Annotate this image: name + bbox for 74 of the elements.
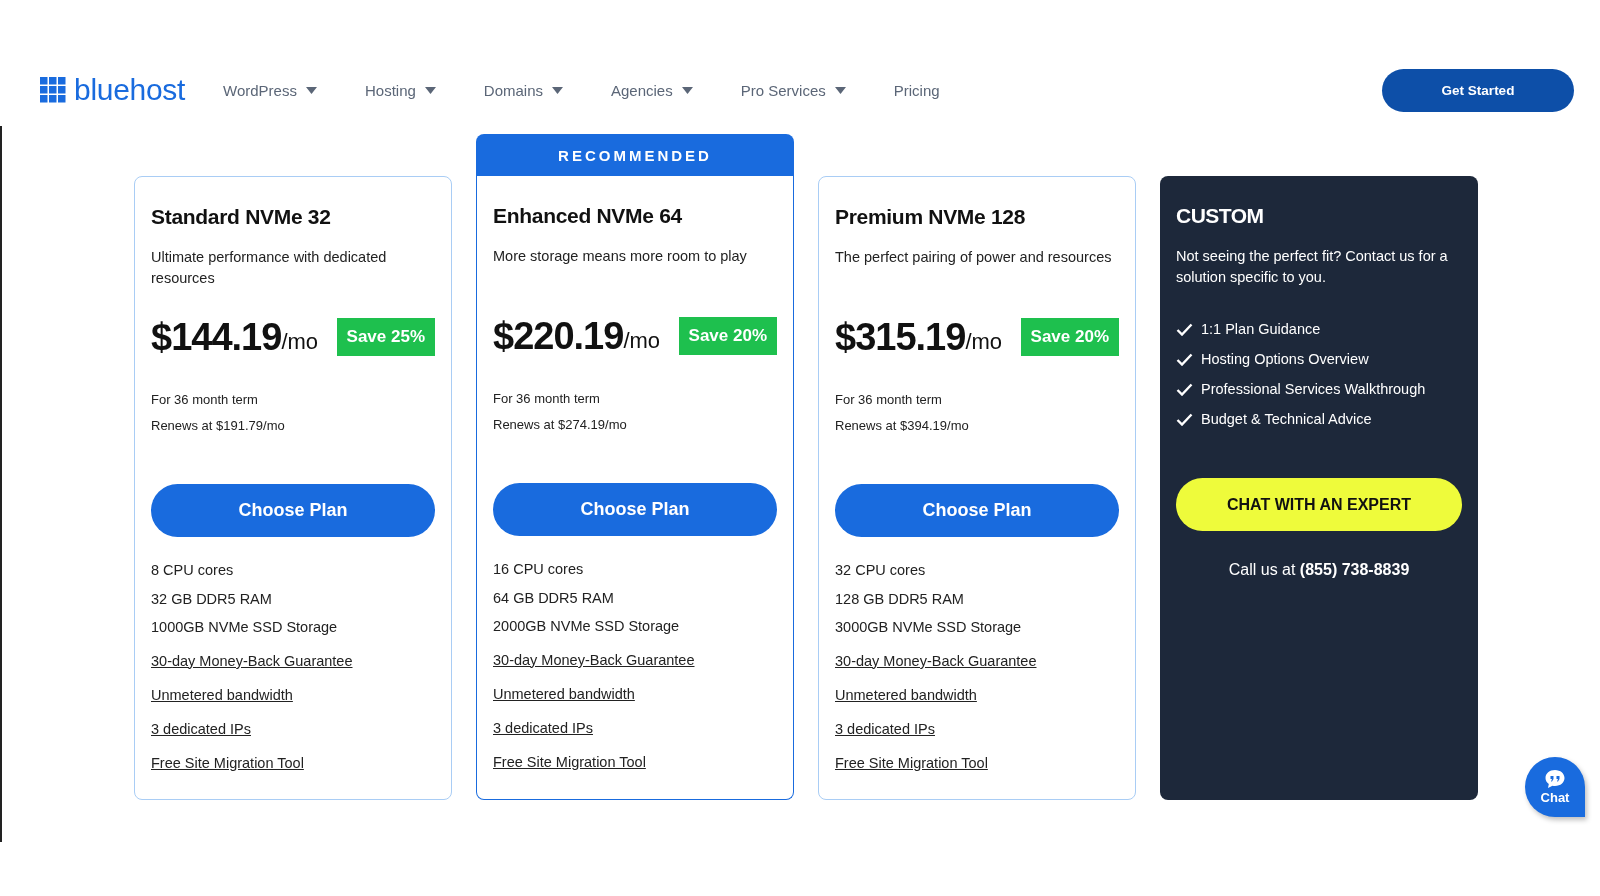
check-icon	[1176, 382, 1193, 396]
feature-text: Hosting Options Overview	[1201, 351, 1369, 367]
price-unit: /mo	[965, 329, 1003, 355]
logo-text[interactable]: bluehost	[74, 73, 186, 107]
plan-title: Premium NVMe 128	[835, 205, 1027, 230]
nav-link[interactable]: WordPress	[223, 81, 317, 99]
nav-link[interactable]: Hosting	[364, 81, 436, 99]
spec-text: 32 GB DDR5 RAM	[151, 589, 273, 609]
renewal-text: Renews at $191.79/mo	[151, 417, 286, 435]
feature-link[interactable]: Free Site Migration Tool	[493, 744, 646, 779]
term-text: For 36 month term	[493, 390, 601, 408]
discount-badge: Save 20%	[678, 317, 777, 355]
renewal-text: Renews at $274.19/mo	[493, 416, 628, 434]
feature-link[interactable]: Free Site Migration Tool	[835, 745, 988, 780]
check-icon	[1176, 322, 1193, 336]
feature-link[interactable]: Unmetered bandwidth	[835, 677, 977, 712]
chat-button[interactable]: Chat	[1525, 757, 1585, 817]
term-text: For 36 month term	[151, 391, 259, 409]
price: $315.19	[835, 315, 966, 359]
feature-link[interactable]: 3 dedicated IPs	[151, 711, 251, 746]
chat-with-expert-button[interactable]: CHAT WITH AN EXPERT	[1176, 478, 1462, 531]
spec-text: 2000GB NVMe SSD Storage	[493, 617, 681, 636]
nav-link[interactable]: Domains	[483, 81, 563, 99]
recommended-banner: RECOMMENDED	[476, 134, 794, 176]
choose-plan-button[interactable]: Choose Plan	[835, 484, 1119, 537]
discount-badge: Save 25%	[336, 318, 435, 356]
feature-link[interactable]: 30-day Money-Back Guarantee	[493, 642, 695, 677]
plan-description: Ultimate performance with dedicated resources	[151, 248, 388, 288]
check-icon	[1176, 412, 1193, 426]
nav-link[interactable]: Pricing	[893, 81, 940, 99]
feature-link[interactable]: 30-day Money-Back Guarantee	[151, 643, 353, 678]
nav-link[interactable]: Agencies	[611, 81, 693, 99]
price: $144.19	[151, 315, 282, 359]
caret-icon	[552, 86, 563, 94]
feature-link[interactable]: Unmetered bandwidth	[151, 677, 293, 712]
price-unit: /mo	[623, 328, 661, 354]
speech-bubble-icon	[1544, 769, 1566, 789]
caret-icon	[834, 86, 846, 94]
term-text: For 36 month term	[835, 391, 943, 409]
feature-link[interactable]: 30-day Money-Back Guarantee	[835, 643, 1037, 678]
feature-text: Budget & Technical Advice	[1201, 411, 1372, 427]
choose-plan-button[interactable]: Choose Plan	[151, 484, 435, 537]
caret-icon	[305, 86, 317, 94]
spec-text: 128 GB DDR5 RAM	[835, 589, 965, 609]
feature-text: 1:1 Plan Guidance	[1201, 321, 1321, 337]
caret-icon	[424, 86, 436, 94]
caret-icon	[681, 86, 693, 94]
check-icon	[1176, 352, 1193, 366]
plan-title: Enhanced NVMe 64	[493, 204, 683, 229]
spec-text: 8 CPU cores	[151, 561, 235, 580]
plan-title: Standard NVMe 32	[151, 205, 332, 230]
feature-link[interactable]: Free Site Migration Tool	[151, 745, 304, 780]
get-started-button[interactable]: Get Started	[1382, 68, 1574, 112]
plan-description: Not seeing the perfect fit? Contact us for a solution specific to you.	[1176, 247, 1449, 287]
feature-text: Professional Services Walkthrough	[1201, 381, 1426, 397]
feature-link[interactable]: 3 dedicated IPs	[493, 710, 593, 745]
spec-text: 3000GB NVMe SSD Storage	[835, 618, 1023, 637]
nav-link[interactable]: Pro Services	[740, 81, 846, 99]
spec-text: 64 GB DDR5 RAM	[493, 588, 615, 608]
grid-logo-icon	[40, 77, 66, 103]
plan-title: CUSTOM	[1176, 204, 1265, 229]
spec-text: 1000GB NVMe SSD Storage	[151, 618, 339, 637]
price: $220.19	[493, 314, 624, 358]
phone-text: Call us at (855) 738-8839	[1227, 561, 1411, 579]
discount-badge: Save 20%	[1020, 318, 1119, 356]
feature-link[interactable]: 3 dedicated IPs	[835, 711, 935, 746]
price-unit: /mo	[281, 329, 319, 355]
spec-text: 32 CPU cores	[835, 561, 927, 580]
choose-plan-button[interactable]: Choose Plan	[493, 483, 777, 536]
feature-link[interactable]: Unmetered bandwidth	[493, 676, 635, 711]
plan-description: More storage means more room to play	[493, 247, 748, 266]
plan-description: The perfect pairing of power and resources	[835, 248, 1113, 267]
spec-text: 16 CPU cores	[493, 560, 585, 579]
renewal-text: Renews at $394.19/mo	[835, 417, 970, 435]
